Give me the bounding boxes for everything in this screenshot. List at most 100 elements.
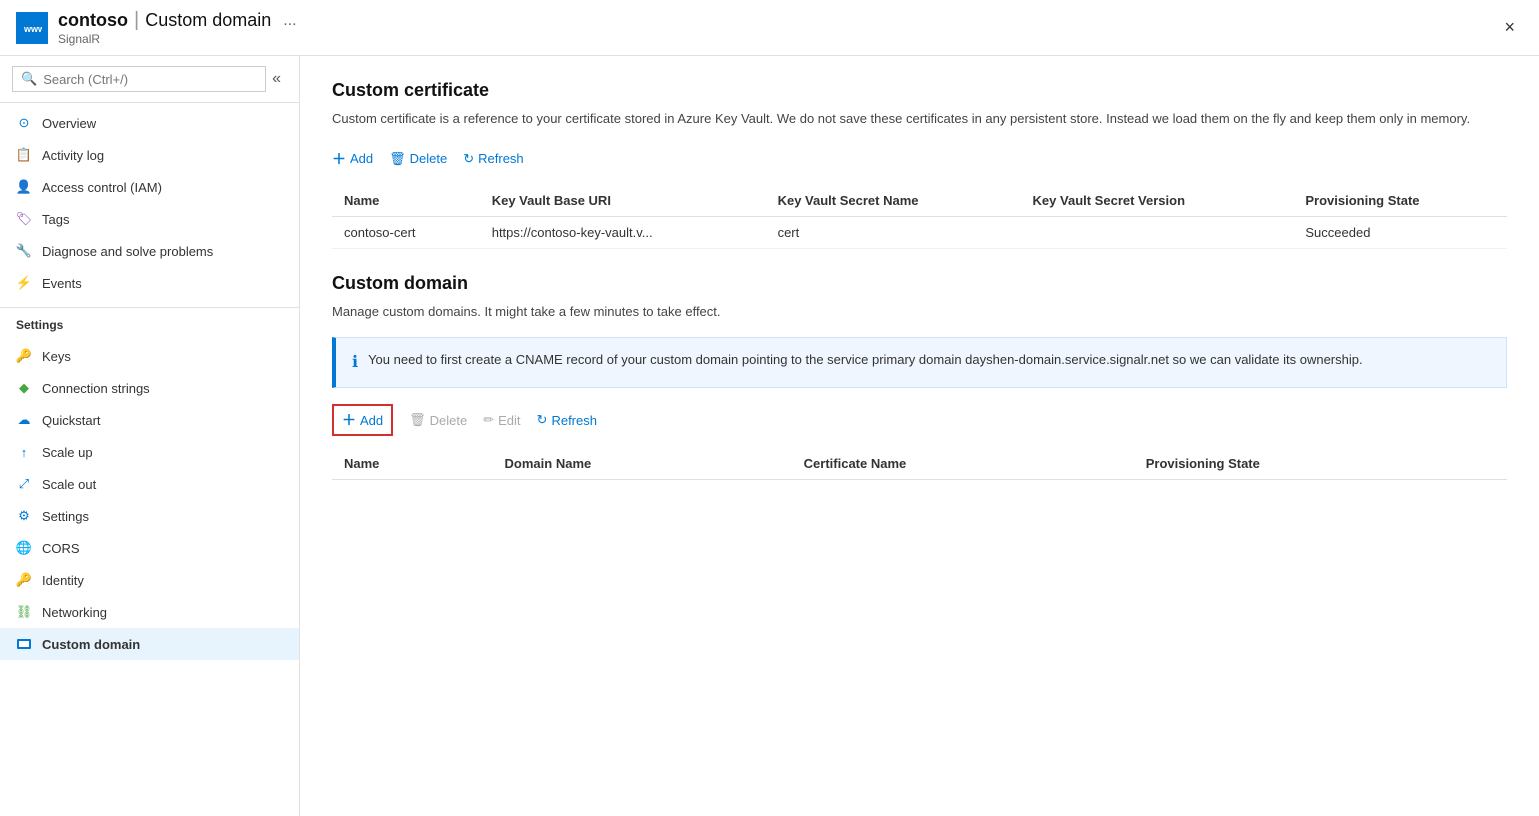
cert-add-button[interactable]: ＋ Add: [332, 145, 373, 173]
cert-col-secret-version: Key Vault Secret Version: [1021, 185, 1294, 217]
scale-up-icon: ↑: [16, 444, 32, 460]
sidebar-item-label: Scale out: [42, 477, 96, 492]
sidebar-nav: ⊙ Overview 📋 Activity log 👤 Access contr…: [0, 103, 299, 303]
search-input[interactable]: [43, 72, 257, 87]
delete-icon: 🗑: [389, 151, 406, 167]
cert-refresh-button[interactable]: ↻ Refresh: [463, 147, 523, 171]
sidebar-item-identity[interactable]: 🔑 Identity: [0, 564, 299, 596]
collapse-sidebar-button[interactable]: «: [266, 68, 287, 90]
activity-log-icon: 📋: [16, 147, 32, 163]
search-box[interactable]: 🔍: [12, 66, 266, 92]
table-row[interactable]: contoso-cert https://contoso-key-vault.v…: [332, 216, 1507, 248]
domain-refresh-label: Refresh: [551, 413, 597, 428]
domain-col-domain-name: Domain Name: [493, 448, 792, 480]
cert-col-secret-name: Key Vault Secret Name: [766, 185, 1021, 217]
cert-row-uri: https://contoso-key-vault.v...: [480, 216, 766, 248]
sidebar-item-label: Settings: [42, 509, 89, 524]
keys-icon: 🔑: [16, 348, 32, 364]
cert-delete-label: Delete: [410, 151, 448, 166]
cert-section-desc: Custom certificate is a reference to you…: [332, 109, 1507, 129]
domain-section-desc: Manage custom domains. It might take a f…: [332, 302, 1507, 322]
sidebar-item-label: Access control (IAM): [42, 180, 162, 195]
sidebar-item-networking[interactable]: ⛓ Networking: [0, 596, 299, 628]
sidebar-item-label: Activity log: [42, 148, 104, 163]
domain-add-button[interactable]: ＋ Add: [332, 404, 393, 436]
cert-row-name: contoso-cert: [332, 216, 480, 248]
sidebar-item-settings[interactable]: ⚙ Settings: [0, 500, 299, 532]
domain-refresh-button[interactable]: ↻ Refresh: [537, 408, 597, 432]
svg-text:www: www: [23, 24, 42, 34]
resource-icon: www: [16, 12, 48, 44]
sidebar-item-scale-out[interactable]: ⤢ Scale out: [0, 468, 299, 500]
sidebar-item-label: Custom domain: [42, 637, 140, 652]
app-body: 🔍 « ⊙ Overview 📋 Activity log 👤 Access c…: [0, 56, 1539, 816]
domain-delete-button[interactable]: 🗑 Delete: [409, 408, 467, 432]
sidebar-item-cors[interactable]: 🌐 CORS: [0, 532, 299, 564]
sidebar-item-access-control[interactable]: 👤 Access control (IAM): [0, 171, 299, 203]
search-icon: 🔍: [21, 71, 37, 87]
events-icon: ⚡: [16, 275, 32, 291]
settings-icon: ⚙: [16, 508, 32, 524]
sidebar-item-label: CORS: [42, 541, 80, 556]
overview-icon: ⊙: [16, 115, 32, 131]
cert-toolbar: ＋ Add 🗑 Delete ↻ Refresh: [332, 145, 1507, 173]
settings-nav: 🔑 Keys ◆ Connection strings ☁ Quickstart…: [0, 336, 299, 664]
quickstart-icon: ☁: [16, 412, 32, 428]
refresh-icon: ↻: [537, 412, 548, 428]
close-button[interactable]: ×: [1496, 13, 1523, 42]
domain-edit-button[interactable]: ✏ Edit: [483, 408, 520, 432]
domain-info-box: ℹ You need to first create a CNAME recor…: [332, 337, 1507, 388]
sidebar-item-label: Connection strings: [42, 381, 150, 396]
sidebar-item-events[interactable]: ⚡ Events: [0, 267, 299, 299]
sidebar-search-area: 🔍 «: [0, 56, 299, 103]
domain-edit-label: Edit: [498, 413, 520, 428]
page-title: Custom domain: [145, 10, 271, 31]
cert-col-state: Provisioning State: [1293, 185, 1507, 217]
title-separator: |: [134, 9, 139, 32]
cert-table-body: contoso-cert https://contoso-key-vault.v…: [332, 216, 1507, 248]
domain-table: Name Domain Name Certificate Name Provis…: [332, 448, 1507, 480]
sidebar-item-label: Tags: [42, 212, 69, 227]
title-bar-left: www contoso | Custom domain ... SignalR: [16, 9, 297, 46]
cert-row-secret-version: [1021, 216, 1294, 248]
sidebar-item-diagnose[interactable]: 🔧 Diagnose and solve problems: [0, 235, 299, 267]
resource-name: contoso: [58, 10, 128, 31]
sidebar-item-label: Identity: [42, 573, 84, 588]
sidebar-item-label: Networking: [42, 605, 107, 620]
cert-row-state: Succeeded: [1293, 216, 1507, 248]
sidebar-item-tags[interactable]: 🏷 Tags: [0, 203, 299, 235]
cert-row-secret-name: cert: [766, 216, 1021, 248]
custom-domain-icon: [16, 636, 32, 652]
sidebar: 🔍 « ⊙ Overview 📋 Activity log 👤 Access c…: [0, 56, 300, 816]
identity-icon: 🔑: [16, 572, 32, 588]
domain-col-name: Name: [332, 448, 493, 480]
edit-icon: ✏: [483, 412, 494, 428]
domain-section-title: Custom domain: [332, 273, 1507, 294]
sidebar-item-connection-strings[interactable]: ◆ Connection strings: [0, 372, 299, 404]
sidebar-item-activity-log[interactable]: 📋 Activity log: [0, 139, 299, 171]
sidebar-item-custom-domain[interactable]: Custom domain: [0, 628, 299, 660]
cert-add-label: Add: [350, 151, 373, 166]
sidebar-item-label: Events: [42, 276, 82, 291]
networking-icon: ⛓: [16, 604, 32, 620]
sidebar-item-scale-up[interactable]: ↑ Scale up: [0, 436, 299, 468]
domain-add-label: Add: [360, 413, 383, 428]
tags-icon: 🏷: [16, 211, 32, 227]
cert-delete-button[interactable]: 🗑 Delete: [389, 147, 447, 171]
sidebar-item-keys[interactable]: 🔑 Keys: [0, 340, 299, 372]
access-control-icon: 👤: [16, 179, 32, 195]
sidebar-item-label: Overview: [42, 116, 96, 131]
sidebar-item-quickstart[interactable]: ☁ Quickstart: [0, 404, 299, 436]
sidebar-item-label: Keys: [42, 349, 71, 364]
main-content: Custom certificate Custom certificate is…: [300, 56, 1539, 816]
delete-icon: 🗑: [409, 412, 426, 428]
info-icon: ℹ: [352, 351, 358, 375]
settings-section-header: Settings: [0, 307, 299, 336]
domain-info-text: You need to first create a CNAME record …: [368, 350, 1363, 370]
cert-col-name: Name: [332, 185, 480, 217]
domain-delete-label: Delete: [430, 413, 468, 428]
title-bar: www contoso | Custom domain ... SignalR …: [0, 0, 1539, 56]
cert-section: Custom certificate Custom certificate is…: [332, 80, 1507, 249]
sidebar-item-label: Diagnose and solve problems: [42, 244, 213, 259]
sidebar-item-overview[interactable]: ⊙ Overview: [0, 107, 299, 139]
